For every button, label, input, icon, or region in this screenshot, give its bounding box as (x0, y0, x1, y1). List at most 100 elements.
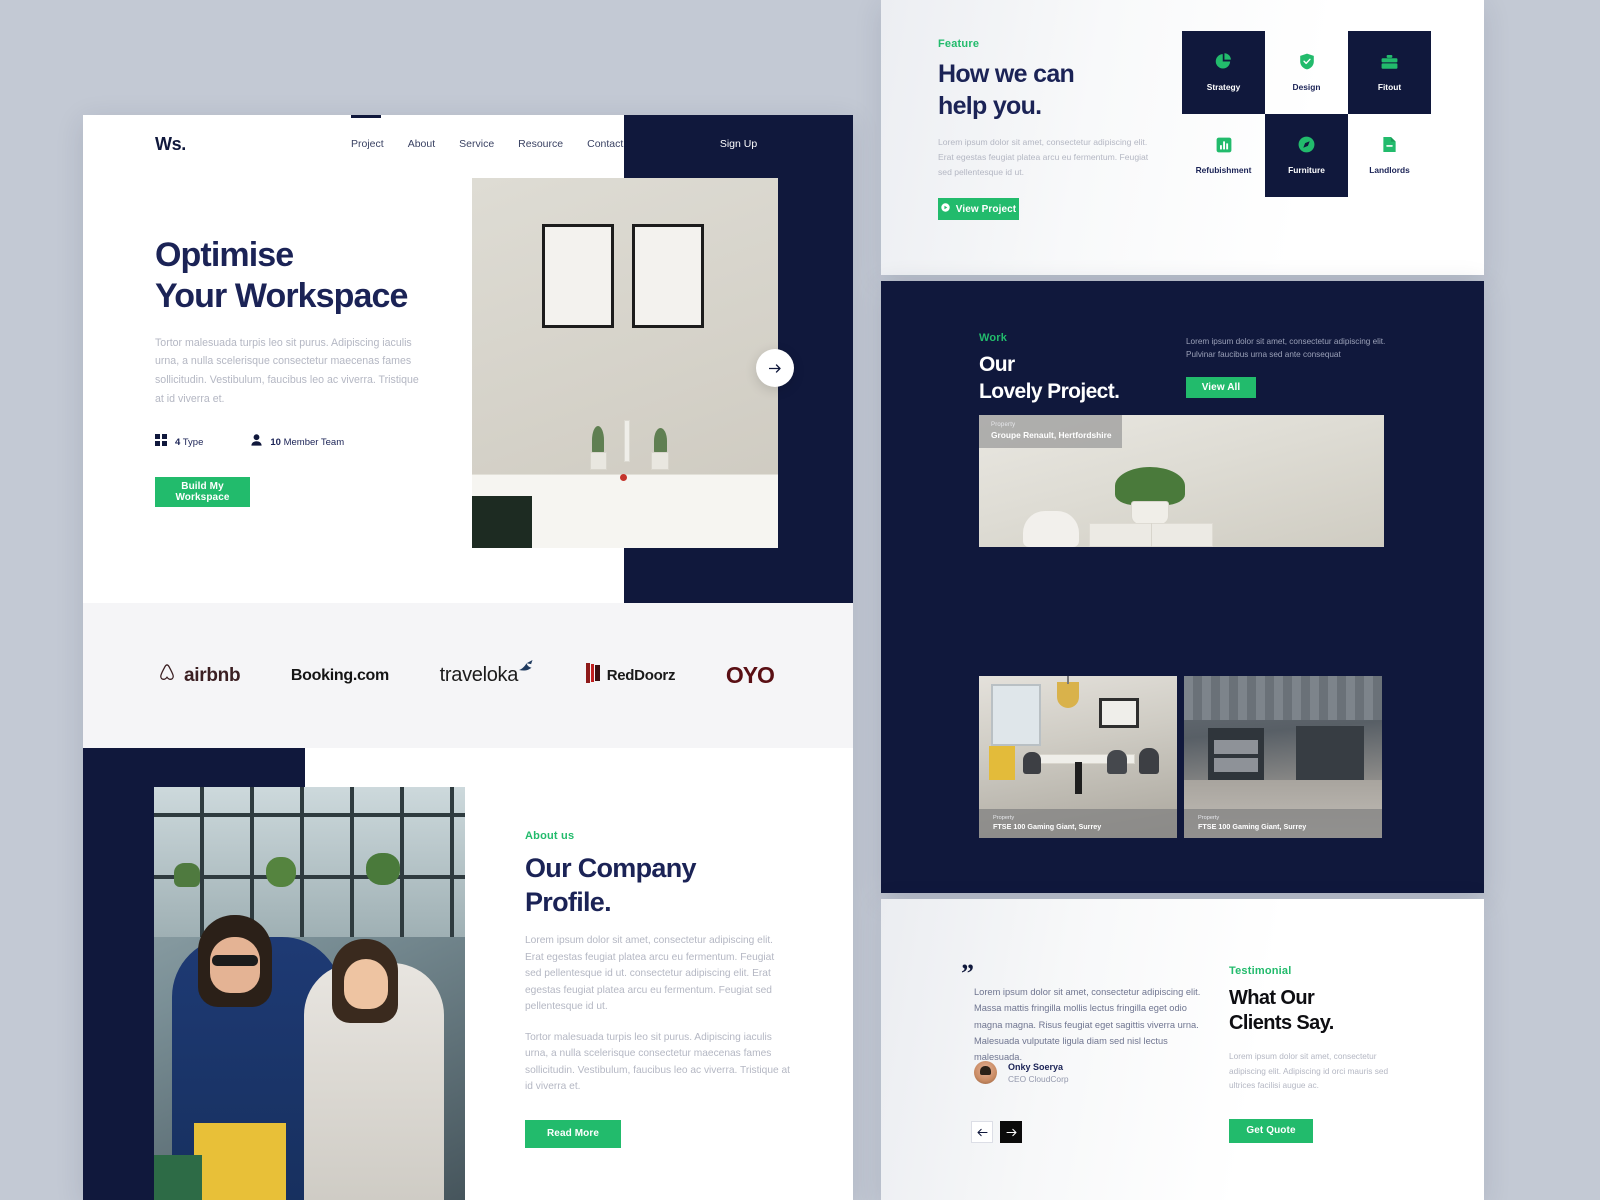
work-card-2-name: FTSE 100 Gaming Giant, Surrey (1198, 822, 1307, 831)
client-logos-strip: airbnb Booking.com traveloka RedDoorz OY… (83, 603, 853, 748)
hero-image (472, 178, 778, 548)
about-plant-1 (174, 863, 200, 887)
testimonial-title: What Our Clients Say. (1229, 986, 1409, 1036)
nav-item-service[interactable]: Service (459, 138, 494, 150)
testimonial-author-role: CEO CloudCorp (1008, 1073, 1069, 1084)
testimonial-quote: Lorem ipsum dolor sit amet, consectetur … (974, 987, 1201, 1063)
feature-copy: Feature How we can help you. Lorem ipsum… (938, 38, 1153, 221)
work-featured-kicker: Property (991, 422, 1016, 428)
logo-traveloka-text: traveloka (439, 664, 519, 686)
testimonial-next-button[interactable] (1000, 1121, 1022, 1143)
work-title: Our Lovely Project. (979, 351, 1120, 406)
testimonial-author-name: Onky Soerya (1008, 1061, 1064, 1072)
feature-item-strategy[interactable]: Strategy (1182, 31, 1265, 114)
view-project-button[interactable]: View Project (938, 198, 1019, 221)
hero-meta-type-value: 4 (175, 436, 181, 448)
hero-meta-team-unit: Member Team (283, 436, 345, 448)
user-icon (251, 433, 262, 451)
picture-frame-left (542, 224, 614, 328)
testimonial-author: Onky Soerya CEO CloudCorp (974, 1061, 1069, 1084)
hero-paragraph: Tortor malesuada turpis leo sit purus. A… (155, 336, 419, 405)
hero-title-line-1: Optimise (155, 236, 294, 274)
about-title-line-2: Profile. (525, 887, 612, 918)
about-person-2-face (344, 959, 388, 1009)
work-eyebrow: Work (979, 332, 1008, 344)
testimonial-panel: ” Lorem ipsum dolor sit amet, consectetu… (881, 899, 1484, 1200)
hero-pot-left (590, 452, 607, 470)
work-card-2[interactable]: Property FTSE 100 Gaming Giant, Surrey (1184, 676, 1382, 838)
avatar (974, 1061, 997, 1084)
build-my-workspace-button[interactable]: Build My Workspace (155, 477, 250, 508)
work-card-1-table-leg (1075, 762, 1082, 794)
view-all-button[interactable]: View All (1186, 376, 1256, 398)
feature-title-line-1: How we can (938, 60, 1075, 88)
about-eyebrow: About us (525, 830, 575, 842)
feature-item-landlords[interactable]: Landlords (1348, 114, 1431, 197)
testimonial-carousel-nav (971, 1121, 1022, 1143)
feature-item-fitout[interactable]: Fitout (1348, 31, 1431, 114)
work-card-1-chair-b (1107, 750, 1127, 774)
work-card-1-window (991, 684, 1041, 746)
feature-item-design[interactable]: Design (1265, 31, 1348, 114)
nav-item-resource[interactable]: Resource (518, 138, 563, 150)
about-window-grid (154, 787, 465, 937)
work-card-1[interactable]: Property FTSE 100 Gaming Giant, Surrey (979, 676, 1177, 838)
work-card-2-ceiling (1184, 676, 1382, 720)
work-featured-caption: Property Groupe Renault, Hertfordshire (979, 415, 1122, 448)
work-featured-pot (1131, 501, 1169, 525)
work-featured-cabinet-divider (1151, 523, 1152, 547)
work-panel: Work Our Lovely Project. Lorem ipsum dol… (881, 281, 1484, 893)
client-logos-row: airbnb Booking.com traveloka RedDoorz OY… (156, 660, 775, 689)
about-title: Our Company Profile. (525, 851, 793, 919)
briefcase-icon (1381, 53, 1398, 70)
read-more-button[interactable]: Read More (525, 1119, 621, 1148)
feature-item-refubishment[interactable]: Refubishment (1182, 114, 1265, 197)
work-heading: Work Our Lovely Project. (979, 332, 1120, 406)
feature-item-furniture[interactable]: Furniture (1265, 114, 1348, 197)
grid-icon (155, 433, 167, 451)
work-card-2-kitchen-unit (1296, 726, 1364, 782)
work-title-line-2: Lovely Project. (979, 380, 1120, 404)
feature-paragraph: Lorem ipsum dolor sit amet, consectetur … (938, 137, 1149, 178)
feature-item-design-label: Design (1292, 82, 1321, 92)
work-description-block: Lorem ipsum dolor sit amet, consectetur … (1186, 335, 1390, 398)
traveloka-bird-icon (518, 660, 535, 679)
about-copy: About us Our Company Profile. Lorem ipsu… (525, 830, 793, 1148)
hero-next-arrow-button[interactable] (756, 349, 794, 387)
logo-oyo-text: OYO (725, 662, 775, 688)
logo-reddoorz-text: RedDoorz (606, 667, 676, 684)
feature-item-refubishment-label: Refubishment (1195, 165, 1252, 175)
airbnb-icon (156, 662, 178, 689)
work-card-1-chandelier-cord (1067, 676, 1069, 684)
hero-title: Optimise Your Workspace (155, 235, 455, 318)
work-card-1-artwork (1099, 698, 1139, 728)
logo-booking: Booking.com (291, 667, 389, 685)
nav-item-project[interactable]: Project (351, 138, 384, 150)
nav-item-contact[interactable]: Contact (587, 138, 623, 150)
get-quote-button[interactable]: Get Quote (1229, 1118, 1313, 1143)
screenshot-stage: Ws. Project About Service Resource Conta… (0, 0, 1600, 1200)
work-featured-chair (1023, 511, 1079, 547)
hero-copy: Optimise Your Workspace Tortor malesuada… (155, 235, 455, 508)
logo-oyo: OYO (725, 662, 775, 689)
picture-frame-right (632, 224, 704, 328)
hero-candle (624, 420, 630, 462)
sign-up-button[interactable]: Sign Up (624, 115, 853, 173)
hero-red-dot (620, 474, 627, 481)
hero-meta-type-unit: Type (182, 436, 204, 448)
work-featured-plant (1115, 467, 1185, 505)
work-paragraph: Lorem ipsum dolor sit amet, consectetur … (1186, 337, 1386, 360)
main-navigation: Project About Service Resource Contact (351, 138, 623, 150)
work-card-1-name: FTSE 100 Gaming Giant, Surrey (993, 822, 1102, 831)
about-green-shape (154, 1155, 202, 1200)
nav-item-about[interactable]: About (408, 138, 435, 150)
logo-airbnb-text: airbnb (184, 664, 241, 686)
work-card-1-chair-a (1023, 752, 1041, 774)
testimonial-prev-button[interactable] (971, 1121, 993, 1143)
work-featured-card[interactable]: Property Groupe Renault, Hertfordshire (979, 415, 1384, 547)
brand-logo[interactable]: Ws. (155, 134, 186, 155)
logo-traveloka: traveloka (439, 660, 535, 687)
compass-icon (1298, 136, 1315, 153)
feature-title-line-2: help you. (938, 91, 1042, 120)
work-card-2-caption: Property FTSE 100 Gaming Giant, Surrey (1184, 809, 1382, 838)
